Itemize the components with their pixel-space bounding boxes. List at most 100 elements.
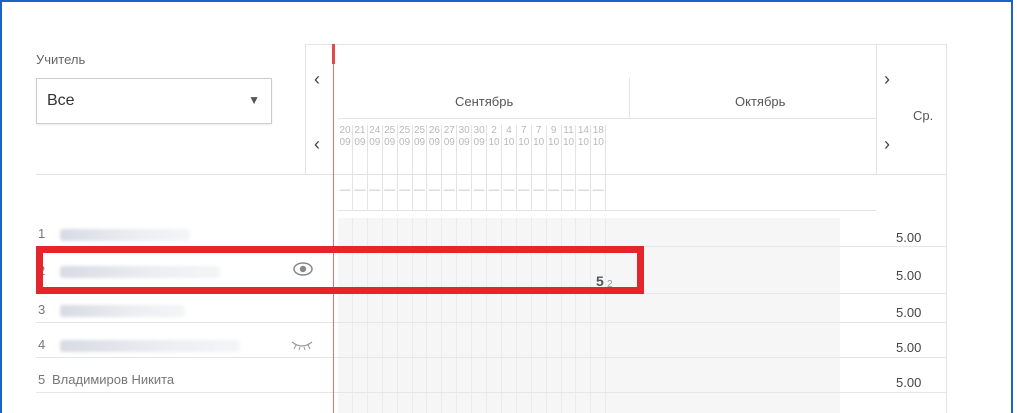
column-dash: — (577, 184, 589, 196)
date-day: 30 (473, 125, 485, 136)
header-right-line (876, 44, 877, 174)
date-column-header[interactable]: 7 10 (517, 125, 531, 149)
date-month: 10 (577, 137, 589, 148)
date-day: 25 (399, 125, 411, 136)
date-day: 24 (369, 125, 381, 136)
student-average: 5.00 (896, 375, 922, 390)
column-dash: — (473, 184, 485, 196)
date-month: 10 (503, 137, 515, 148)
row-divider (36, 357, 946, 358)
date-month: 09 (369, 137, 381, 148)
date-column-header[interactable]: 26 09 (427, 125, 441, 149)
date-column-header[interactable]: 14 10 (576, 125, 590, 149)
dash-row-line (338, 210, 876, 211)
column-dash: — (384, 184, 396, 196)
date-day: 9 (550, 125, 557, 136)
date-column-header[interactable]: 27 09 (442, 125, 456, 149)
student-number: 1 (38, 226, 46, 241)
date-column-header[interactable]: 24 09 (368, 125, 382, 149)
header-left-line (305, 44, 306, 174)
date-column-header[interactable]: 25 09 (398, 125, 412, 149)
date-month: 09 (354, 137, 366, 148)
date-column-header[interactable]: 25 09 (413, 125, 427, 149)
teacher-filter-label: Учитель (36, 52, 86, 67)
date-column-header[interactable]: 20 09 (338, 125, 352, 149)
student-average: 5.00 (896, 305, 922, 320)
date-day: 7 (521, 125, 527, 136)
average-column-header: Ср. (913, 108, 934, 123)
date-column-header[interactable]: 30 09 (457, 125, 471, 149)
student-name-redacted (60, 340, 240, 352)
date-day: 30 (458, 125, 470, 136)
header-top-line (305, 44, 946, 45)
date-column-line (605, 125, 607, 210)
student-number: 5 (38, 372, 46, 387)
date-day: 21 (354, 125, 366, 136)
chevron-left-icon[interactable]: ‹ (314, 70, 320, 88)
date-month: 10 (533, 137, 545, 148)
row-divider (36, 392, 946, 393)
date-month: 09 (399, 137, 411, 148)
student-average: 5.00 (896, 230, 922, 245)
column-dash: — (458, 184, 470, 196)
month-divider-line (338, 118, 876, 119)
date-day: 7 (535, 125, 542, 136)
date-column-header[interactable]: 7 10 (532, 125, 546, 149)
current-date-marker (332, 44, 335, 64)
student-name-redacted (60, 229, 190, 241)
date-day: 26 (428, 125, 440, 136)
column-dash: — (533, 184, 545, 196)
date-column-header[interactable]: 9 10 (547, 125, 561, 149)
highlight-box (36, 246, 644, 294)
column-dash: — (488, 184, 500, 196)
column-dash: — (548, 184, 560, 196)
date-month: 09 (413, 137, 426, 148)
date-month: 09 (428, 137, 440, 148)
date-column-header[interactable]: 18 10 (591, 125, 605, 149)
date-month: 09 (458, 137, 470, 148)
date-day: 4 (506, 125, 512, 136)
chevron-left-icon[interactable]: ‹ (314, 135, 320, 153)
column-dash: — (443, 184, 455, 196)
column-dash: — (414, 184, 425, 196)
date-column-header[interactable]: 21 09 (353, 125, 367, 149)
column-dash: — (339, 184, 351, 196)
date-column-header[interactable]: 25 09 (383, 125, 397, 149)
date-column-header[interactable]: 4 10 (502, 125, 516, 149)
date-day: 14 (577, 125, 589, 136)
date-column-header[interactable]: 2 10 (487, 125, 501, 149)
date-month: 10 (548, 137, 560, 148)
student-average: 5.00 (896, 340, 922, 355)
student-name-redacted (60, 305, 185, 317)
column-dash: — (592, 184, 604, 196)
date-day: 27 (443, 125, 455, 136)
column-dash: — (503, 184, 515, 196)
date-column-header[interactable]: 30 09 (472, 125, 486, 149)
column-dash: — (369, 184, 381, 196)
chevron-right-icon[interactable]: › (884, 135, 890, 153)
date-day: 25 (384, 125, 396, 136)
month-october: Октябрь (735, 94, 786, 109)
teacher-select[interactable]: Все ▼ (36, 78, 272, 124)
date-month: 10 (562, 137, 575, 148)
table-right-line (946, 44, 947, 413)
chevron-right-icon[interactable]: › (884, 70, 890, 88)
student-number: 4 (38, 337, 46, 352)
date-day: 11 (563, 125, 574, 136)
date-day: 2 (491, 125, 497, 136)
date-month: 09 (443, 137, 455, 148)
date-month: 10 (488, 137, 500, 148)
date-month: 10 (592, 137, 604, 148)
date-column-header[interactable]: 11 10 (562, 125, 576, 149)
column-dash: — (428, 184, 440, 196)
closed-eye-icon[interactable] (290, 338, 314, 356)
date-month: 09 (384, 137, 396, 148)
date-month: 09 (473, 137, 485, 148)
header-bottom-line (36, 174, 946, 175)
current-date-line (333, 44, 334, 413)
date-day: 20 (339, 125, 351, 136)
teacher-select-value: Все (47, 92, 75, 109)
column-dash: — (563, 184, 574, 196)
student-average: 5.00 (896, 268, 922, 283)
caret-down-icon: ▼ (248, 93, 260, 107)
